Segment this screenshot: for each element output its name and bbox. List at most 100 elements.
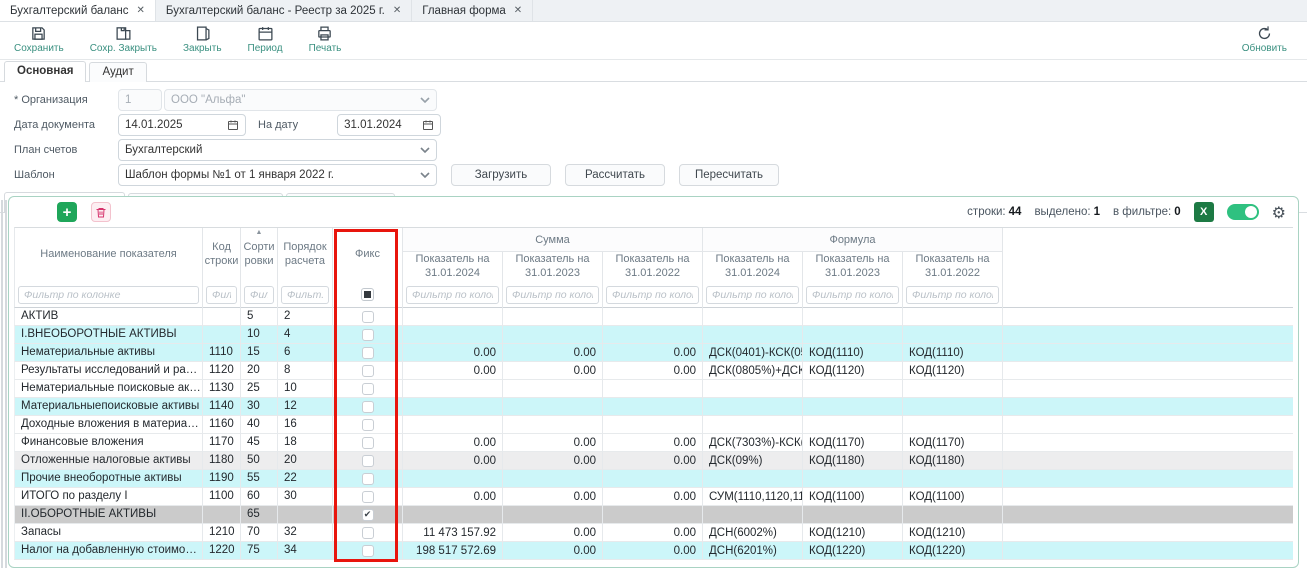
filter-formula-2023-input[interactable] <box>806 286 899 304</box>
col-header-sum-2023[interactable]: Показатель на 31.01.2023 <box>503 252 603 282</box>
table-row[interactable]: Результаты исследований и разработок1120… <box>14 362 1293 380</box>
table-row[interactable]: Налог на добавленную стоимость по пр...1… <box>14 542 1293 560</box>
fix-checkbox[interactable] <box>362 401 374 413</box>
fix-checkbox[interactable] <box>362 527 374 539</box>
col-header-name[interactable]: Наименование показателя <box>15 228 203 282</box>
col-header-sum-2022[interactable]: Показатель на 31.01.2022 <box>603 252 703 282</box>
cell-sum-2: 0.00 <box>603 344 703 362</box>
filter-sum-2024-input[interactable] <box>406 286 499 304</box>
color-toggle[interactable] <box>1227 204 1259 220</box>
table-row[interactable]: Нематериальные активы11101560.000.000.00… <box>14 344 1293 362</box>
fix-checkbox[interactable] <box>362 365 374 377</box>
cell-formula-1 <box>803 416 903 434</box>
template-select[interactable]: Шаблон формы №1 от 1 января 2022 г. <box>118 164 437 186</box>
filter-code-input[interactable] <box>206 286 237 304</box>
cell-name: II.ОБОРОТНЫЕ АКТИВЫ <box>15 506 203 524</box>
cell-formula-2: КОД(1110) <box>903 344 1003 362</box>
table-row[interactable]: Нематериальные поисковые активы11302510 <box>14 380 1293 398</box>
filter-sum-2023-input[interactable] <box>506 286 599 304</box>
fix-checkbox[interactable] <box>362 311 374 323</box>
cell-sum-0: 0.00 <box>403 452 503 470</box>
filter-sum-2022-input[interactable] <box>606 286 699 304</box>
fix-filter-checkbox[interactable] <box>361 288 374 301</box>
fix-checkbox[interactable] <box>362 437 374 449</box>
fix-checkbox[interactable]: ✔ <box>362 509 374 521</box>
period-button[interactable]: Период <box>248 25 283 54</box>
org-select[interactable]: ООО "Альфа" <box>164 89 437 111</box>
table-row[interactable]: Запасы1210703211 473 157.920.000.00ДСН(6… <box>14 524 1293 542</box>
fix-checkbox[interactable] <box>362 455 374 467</box>
cell-formula-2: КОД(1210) <box>903 524 1003 542</box>
tab-audit[interactable]: Аудит <box>89 62 146 82</box>
cell-fix <box>333 308 403 326</box>
calc-button[interactable]: Рассчитать <box>565 164 665 186</box>
filter-formula-2022-input[interactable] <box>906 286 999 304</box>
save-button[interactable]: Сохранить <box>14 25 64 54</box>
cell-sum-1 <box>503 398 603 416</box>
col-header-formula-2024[interactable]: Показатель на 31.01.2024 <box>703 252 803 282</box>
fix-checkbox[interactable] <box>362 419 374 431</box>
delete-row-button[interactable] <box>91 202 111 222</box>
window-tab-registry[interactable]: Бухгалтерский баланс - Реестр за 2025 г.… <box>156 0 412 21</box>
col-header-sort[interactable]: ▲Сорти ровки <box>241 228 278 282</box>
filter-order-input[interactable] <box>281 286 329 304</box>
tab-close-icon[interactable]: ✕ <box>514 5 522 16</box>
table-row[interactable]: II.ОБОРОТНЫЕ АКТИВЫ65✔ <box>14 506 1293 524</box>
col-header-fix[interactable]: Фикс <box>333 228 403 282</box>
print-icon <box>316 25 333 42</box>
excel-export-button[interactable]: X <box>1194 202 1214 222</box>
cell-formula-0 <box>703 506 803 524</box>
save-close-button[interactable]: Сохр. Закрыть <box>90 25 157 54</box>
fix-checkbox[interactable] <box>362 329 374 341</box>
filter-sort-input[interactable] <box>244 286 274 304</box>
cell-sum-0: 0.00 <box>403 488 503 506</box>
window-tab-balance[interactable]: Бухгалтерский баланс ✕ <box>0 0 156 21</box>
add-row-button[interactable]: + <box>57 202 77 222</box>
cell-sum-1: 0.00 <box>503 434 603 452</box>
col-header-formula-2022[interactable]: Показатель на 31.01.2022 <box>903 252 1003 282</box>
cell-sum-0: 0.00 <box>403 362 503 380</box>
left-splitter[interactable] <box>1 200 7 568</box>
refresh-icon <box>1256 25 1273 42</box>
cell-sum-2 <box>603 398 703 416</box>
fix-checkbox[interactable] <box>362 473 374 485</box>
col-header-formula-2023[interactable]: Показатель на 31.01.2023 <box>803 252 903 282</box>
tab-main[interactable]: Основная <box>4 61 86 82</box>
col-header-code[interactable]: Код строки <box>203 228 241 282</box>
recalc-button[interactable]: Пересчитать <box>679 164 779 186</box>
table-row[interactable]: I.ВНЕОБОРОТНЫЕ АКТИВЫ104 <box>14 326 1293 344</box>
template-label: Шаблон <box>14 169 118 181</box>
fix-checkbox[interactable] <box>362 347 374 359</box>
table-row[interactable]: Финансовые вложения117045180.000.000.00Д… <box>14 434 1293 452</box>
doc-date-field[interactable]: 14.01.2025 <box>118 114 246 136</box>
col-header-order[interactable]: Порядок расчета <box>278 228 333 282</box>
table-row[interactable]: Прочие внеоборотные активы11905522 <box>14 470 1293 488</box>
filter-formula-2024-input[interactable] <box>706 286 799 304</box>
refresh-button[interactable]: Обновить <box>1242 25 1287 54</box>
col-header-sum-2024[interactable]: Показатель на 31.01.2024 <box>403 252 503 282</box>
fix-checkbox[interactable] <box>362 383 374 395</box>
table-row[interactable]: Отложенные налоговые активы118050200.000… <box>14 452 1293 470</box>
chart-select[interactable]: Бухгалтерский <box>118 139 437 161</box>
print-button[interactable]: Печать <box>309 25 342 54</box>
table-row[interactable]: Доходные вложения в материальные ц...116… <box>14 416 1293 434</box>
fix-checkbox[interactable] <box>362 545 374 557</box>
gear-icon[interactable]: ⚙ <box>1272 203 1286 222</box>
fix-checkbox[interactable] <box>362 491 374 503</box>
close-button[interactable]: Закрыть <box>183 25 222 54</box>
table-row[interactable]: АКТИВ52 <box>14 308 1293 326</box>
cell-empty <box>1003 524 1293 542</box>
grid-status: строки:44 выделено:1 в фильтре:0 X ⚙ <box>967 202 1286 222</box>
cell-order: 10 <box>278 380 333 398</box>
load-button[interactable]: Загрузить <box>451 164 551 186</box>
org-code-field[interactable]: 1 <box>118 89 162 111</box>
window-tab-main-form[interactable]: Главная форма ✕ <box>412 0 533 21</box>
tab-close-icon[interactable]: ✕ <box>393 5 401 16</box>
table-row[interactable]: Материальныепоисковые активы11403012 <box>14 398 1293 416</box>
on-date-field[interactable]: 31.01.2024 <box>337 114 441 136</box>
filter-name-input[interactable] <box>18 286 199 304</box>
cell-name: АКТИВ <box>15 308 203 326</box>
table-row[interactable]: ИТОГО по разделу I110060300.000.000.00СУ… <box>14 488 1293 506</box>
tab-close-icon[interactable]: ✕ <box>137 5 145 16</box>
cell-empty <box>1003 470 1293 488</box>
